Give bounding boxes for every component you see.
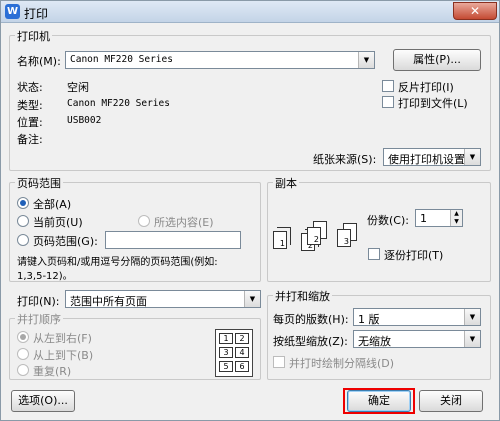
print-dialog: W 打印 ✕ 打印机 名称(M): Canon MF220 Series ▼ 属… (0, 0, 500, 421)
zoom-group-label: 并打和缩放 (273, 288, 332, 304)
wps-app-icon: W (5, 4, 20, 19)
range-current-label: 当前页(U) (33, 216, 83, 229)
print-order-group-label: 并打顺序 (15, 311, 63, 327)
chevron-down-icon: ▼ (464, 331, 480, 347)
page-range-group-label: 页码范围 (15, 175, 63, 191)
paper-source-value: 使用打印机设置 (388, 153, 465, 166)
order-top-bottom-label: 从上到下(B) (33, 349, 94, 362)
ok-button-highlight (343, 388, 415, 414)
collate-label: 逐份打印(T) (384, 249, 444, 262)
chevron-down-icon: ▼ (464, 149, 480, 165)
range-all-radio[interactable] (17, 197, 29, 209)
spin-buttons[interactable]: ▲ ▼ (450, 210, 462, 226)
order-left-right-radio[interactable] (17, 331, 29, 343)
order-tile-2: 2 (235, 333, 249, 344)
copies-count-value: 1 (420, 212, 427, 225)
type-value: Canon MF220 Series (67, 98, 170, 109)
copies-group-label: 副本 (273, 175, 299, 191)
scale-label: 按纸型缩放(Z): (273, 335, 348, 348)
range-selection-radio[interactable] (138, 215, 150, 227)
chevron-down-icon: ▼ (244, 291, 260, 307)
location-label: 位置: (17, 116, 43, 129)
order-repeat-radio[interactable] (17, 364, 29, 376)
comment-label: 备注: (17, 133, 43, 146)
order-left-right-label: 从左到右(F) (33, 332, 92, 345)
range-all-label: 全部(A) (33, 198, 72, 211)
range-current-radio[interactable] (17, 215, 29, 227)
chevron-down-icon: ▼ (358, 52, 374, 68)
draw-borders-checkbox[interactable] (273, 356, 285, 368)
printer-name-label: 名称(M): (17, 55, 61, 68)
paper-source-label: 纸张来源(S): (313, 153, 377, 166)
type-label: 类型: (17, 99, 43, 112)
collate-checkbox[interactable] (368, 248, 380, 260)
range-selection-label: 所选内容(E) (154, 216, 214, 229)
status-value: 空闲 (67, 81, 89, 94)
title-bar: W 打印 ✕ (1, 1, 499, 23)
range-pages-radio[interactable] (17, 234, 29, 246)
copies-count-label: 份数(C): (367, 214, 409, 227)
options-button[interactable]: 选项(O)... (11, 390, 75, 412)
order-tile-1: 1 (219, 333, 233, 344)
reverse-print-checkbox[interactable] (382, 80, 394, 92)
pages-per-sheet-value: 1 版 (358, 313, 380, 326)
page-range-input[interactable] (105, 231, 241, 249)
order-tile-5: 5 (219, 361, 233, 372)
copies-group (267, 182, 491, 282)
order-top-bottom-radio[interactable] (17, 348, 29, 360)
scale-select[interactable]: 无缩放 ▼ (353, 330, 481, 348)
scale-value: 无缩放 (358, 335, 391, 348)
range-pages-label: 页码范围(G): (33, 235, 98, 248)
pages-per-sheet-label: 每页的版数(H): (273, 313, 349, 326)
status-label: 状态: (17, 81, 43, 94)
order-tile-4: 4 (235, 347, 249, 358)
page-range-hint-1: 请键入页码和/或用逗号分隔的页码范围(例如: (17, 257, 218, 268)
printer-group-label: 打印机 (15, 28, 52, 44)
chevron-down-icon: ▼ (464, 309, 480, 325)
location-value: USB002 (67, 115, 102, 126)
draw-borders-label: 并打时绘制分隔线(D) (289, 357, 395, 370)
print-to-file-checkbox[interactable] (382, 96, 394, 108)
window-title: 打印 (24, 7, 49, 21)
paper-source-select[interactable]: 使用打印机设置 ▼ (383, 148, 481, 166)
order-tile-6: 6 (235, 361, 249, 372)
pages-per-sheet-select[interactable]: 1 版 ▼ (353, 308, 481, 326)
close-window-button[interactable]: ✕ (453, 2, 497, 20)
properties-button[interactable]: 属性(P)... (393, 49, 481, 71)
printer-name-select[interactable]: Canon MF220 Series ▼ (65, 51, 375, 69)
print-what-label: 打印(N): (17, 295, 60, 308)
print-what-select[interactable]: 范围中所有页面 ▼ (65, 290, 261, 308)
print-what-value: 范围中所有页面 (70, 295, 147, 308)
close-button[interactable]: 关闭 (419, 390, 483, 412)
copies-count-input[interactable]: 1 ▲ ▼ (415, 209, 463, 227)
order-tile-3: 3 (219, 347, 233, 358)
page-range-hint-2: 1,3,5-12)。 (17, 271, 73, 282)
order-repeat-label: 重复(R) (33, 365, 72, 378)
reverse-print-label: 反片打印(I) (398, 81, 454, 94)
printer-name-value: Canon MF220 Series (70, 54, 173, 65)
print-to-file-label: 打印到文件(L) (398, 97, 468, 110)
